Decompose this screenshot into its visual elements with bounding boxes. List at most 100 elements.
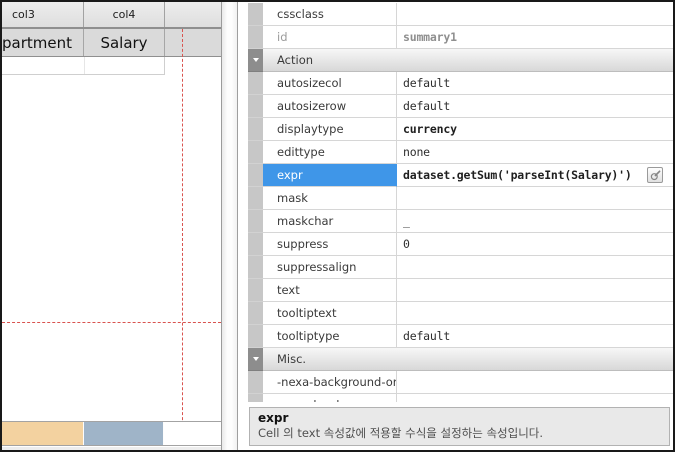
property-value-text: default bbox=[403, 99, 450, 113]
property-value-text: _ bbox=[403, 214, 410, 228]
property-value[interactable]: default bbox=[397, 325, 673, 348]
row-gutter bbox=[248, 325, 263, 348]
property-row-edittype[interactable]: edittype none bbox=[248, 141, 673, 164]
property-row-tooltiptype[interactable]: tooltiptype default bbox=[248, 325, 673, 348]
property-value[interactable]: dataset.getSum('parseInt(Salary)') bbox=[397, 164, 673, 187]
section-label: Misc. bbox=[263, 348, 673, 371]
row-gutter bbox=[248, 95, 263, 118]
grid-header-row: col3 col4 bbox=[2, 2, 221, 28]
property-name[interactable]: autosizerow bbox=[263, 95, 397, 118]
property-row-id[interactable]: id summary1 bbox=[248, 26, 673, 49]
row-gutter bbox=[248, 302, 263, 325]
property-value-text: none bbox=[403, 145, 430, 159]
grid-summary-row bbox=[2, 421, 221, 446]
property-value-text: currency bbox=[403, 122, 457, 136]
row-gutter bbox=[248, 3, 263, 26]
property-row-nexa-background-ori[interactable]: -nexa-background-ori bbox=[248, 371, 673, 394]
row-gutter bbox=[248, 256, 263, 279]
property-value-text: default bbox=[403, 76, 450, 90]
property-name[interactable]: -nexa-background-ori bbox=[263, 371, 397, 394]
property-value[interactable]: none bbox=[397, 141, 673, 164]
property-value[interactable] bbox=[397, 302, 673, 325]
property-value[interactable] bbox=[397, 3, 673, 26]
properties-panel: cssclassid summary1 Actionautosizecol defau… bbox=[248, 2, 673, 450]
description-text: Cell 의 text 속성값에 적용할 수식을 설정하는 속성입니다. bbox=[258, 426, 661, 441]
property-name[interactable]: text bbox=[263, 279, 397, 302]
vertical-guide-line bbox=[182, 29, 183, 445]
property-name[interactable]: edittype bbox=[263, 141, 397, 164]
row-gutter bbox=[248, 394, 263, 402]
collapse-arrow-icon[interactable] bbox=[253, 357, 259, 361]
property-rows: cssclassid summary1 Actionautosizecol defau… bbox=[248, 2, 673, 402]
section-gutter[interactable] bbox=[248, 49, 263, 72]
row-gutter bbox=[248, 233, 263, 256]
property-name[interactable]: -nexa-border bbox=[263, 394, 397, 402]
horizontal-guide-line bbox=[2, 322, 221, 323]
property-name[interactable]: expr bbox=[263, 164, 397, 187]
row-gutter bbox=[248, 118, 263, 141]
property-value-text: summary1 bbox=[403, 30, 457, 44]
row-gutter bbox=[248, 371, 263, 394]
property-value[interactable] bbox=[397, 371, 673, 394]
property-row-tooltiptext[interactable]: tooltiptext bbox=[248, 302, 673, 325]
property-description: expr Cell 의 text 속성값에 적용할 수식을 설정하는 속성입니다… bbox=[249, 407, 670, 446]
property-row-expr[interactable]: expr dataset.getSum('parseInt(Salary)') bbox=[248, 164, 673, 187]
property-row-cssclass[interactable]: cssclass bbox=[248, 3, 673, 26]
property-name[interactable]: suppressalign bbox=[263, 256, 397, 279]
property-value-text: 0 bbox=[403, 237, 410, 251]
summary-cell-orange[interactable] bbox=[2, 422, 84, 445]
grid-empty-body-row[interactable] bbox=[2, 57, 165, 75]
section-header-misc[interactable]: Misc. bbox=[248, 348, 673, 371]
property-row-autosizecol[interactable]: autosizecol default bbox=[248, 72, 673, 95]
property-value[interactable] bbox=[397, 256, 673, 279]
collapse-arrow-icon[interactable] bbox=[253, 58, 259, 62]
property-value-text: dataset.getSum('parseInt(Salary)') bbox=[403, 168, 632, 182]
property-name[interactable]: autosizecol bbox=[263, 72, 397, 95]
row-gutter bbox=[248, 279, 263, 302]
property-name[interactable]: mask bbox=[263, 187, 397, 210]
property-value[interactable] bbox=[397, 394, 673, 402]
grid-column-header-col3[interactable]: col3 bbox=[2, 2, 84, 27]
grid-cell-salary[interactable]: Salary bbox=[84, 29, 165, 56]
property-name[interactable]: tooltiptext bbox=[263, 302, 397, 325]
nexacro-studio-window: col3 col4 partment Salary cssclassidsumm… bbox=[0, 0, 675, 452]
property-value[interactable]: 0 bbox=[397, 233, 673, 256]
expression-editor-button[interactable] bbox=[647, 167, 663, 183]
property-name[interactable]: maskchar bbox=[263, 210, 397, 233]
property-row-mask[interactable]: mask bbox=[248, 187, 673, 210]
grid-band-header-row: partment Salary bbox=[2, 28, 221, 57]
grid-cell-department[interactable]: partment bbox=[2, 29, 84, 56]
property-value[interactable] bbox=[397, 279, 673, 302]
grid-column-header-col4[interactable]: col4 bbox=[84, 2, 165, 27]
property-row-text[interactable]: text bbox=[248, 279, 673, 302]
row-gutter bbox=[248, 164, 263, 187]
property-value[interactable]: _ bbox=[397, 210, 673, 233]
property-value[interactable]: default bbox=[397, 95, 673, 118]
property-row-maskchar[interactable]: maskchar _ bbox=[248, 210, 673, 233]
property-row-autosizerow[interactable]: autosizerow default bbox=[248, 95, 673, 118]
property-row-displaytype[interactable]: displaytype currency bbox=[248, 118, 673, 141]
property-value[interactable]: summary1 bbox=[397, 26, 673, 49]
grid-cell-extra[interactable] bbox=[165, 29, 221, 56]
property-name[interactable]: displaytype bbox=[263, 118, 397, 141]
grid-column-header-extra[interactable] bbox=[165, 2, 221, 27]
row-gutter bbox=[248, 210, 263, 233]
summary-cell-blue[interactable] bbox=[84, 422, 164, 445]
property-row-nexa-border[interactable]: -nexa-border bbox=[248, 394, 673, 402]
property-name[interactable]: suppress bbox=[263, 233, 397, 256]
property-name[interactable]: tooltiptype bbox=[263, 325, 397, 348]
property-value-text: default bbox=[403, 329, 450, 343]
property-row-suppressalign[interactable]: suppressalign bbox=[248, 256, 673, 279]
panel-splitter[interactable] bbox=[222, 2, 238, 450]
property-name[interactable]: cssclass bbox=[263, 3, 397, 26]
property-name[interactable]: id bbox=[263, 26, 397, 49]
section-gutter[interactable] bbox=[248, 348, 263, 371]
section-header-action[interactable]: Action bbox=[248, 49, 673, 72]
cell-divider bbox=[84, 57, 85, 74]
row-gutter bbox=[248, 187, 263, 210]
property-value[interactable] bbox=[397, 187, 673, 210]
row-gutter bbox=[248, 72, 263, 95]
property-row-suppress[interactable]: suppress 0 bbox=[248, 233, 673, 256]
property-value[interactable]: default bbox=[397, 72, 673, 95]
property-value[interactable]: currency bbox=[397, 118, 673, 141]
